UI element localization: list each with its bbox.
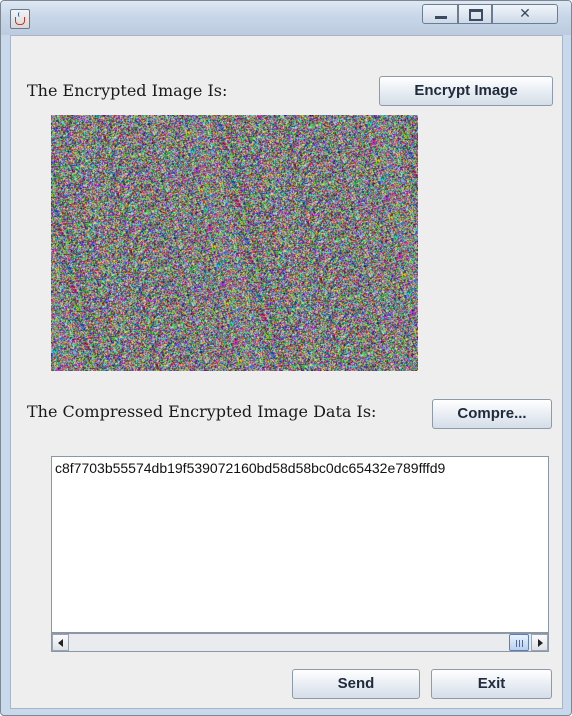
java-icon[interactable] — [10, 9, 30, 29]
close-button[interactable]: ✕ — [492, 4, 558, 24]
arrow-left-icon — [58, 639, 63, 647]
horizontal-scrollbar[interactable] — [51, 633, 549, 652]
close-icon: ✕ — [519, 6, 531, 22]
scroll-right-button[interactable] — [531, 634, 548, 651]
title-bar[interactable]: ✕ — [1, 1, 571, 35]
app-window: ✕ The Encrypted Image Is: Encrypt Image … — [0, 0, 572, 716]
minimize-icon — [435, 16, 447, 19]
exit-button[interactable]: Exit — [431, 669, 552, 699]
main-panel: The Encrypted Image Is: Encrypt Image Th… — [10, 35, 563, 709]
send-button[interactable]: Send — [292, 669, 420, 699]
scrollbar-thumb[interactable] — [509, 634, 529, 651]
maximize-button[interactable] — [458, 4, 492, 24]
arrow-right-icon — [538, 639, 543, 647]
maximize-icon — [469, 9, 483, 21]
compressed-data-text: c8f7703b55574db19f539072160bd58d58bc0dc6… — [55, 460, 446, 476]
compressed-data-label: The Compressed Encrypted Image Data Is: — [27, 402, 377, 421]
minimize-button[interactable] — [422, 4, 458, 24]
encrypted-image — [51, 115, 418, 371]
compress-button[interactable]: Compre... — [432, 399, 552, 429]
encrypted-image-label: The Encrypted Image Is: — [27, 81, 228, 100]
encrypt-image-button[interactable]: Encrypt Image — [379, 76, 553, 106]
compressed-data-textarea[interactable]: c8f7703b55574db19f539072160bd58d58bc0dc6… — [51, 456, 549, 633]
scroll-left-button[interactable] — [52, 634, 69, 651]
